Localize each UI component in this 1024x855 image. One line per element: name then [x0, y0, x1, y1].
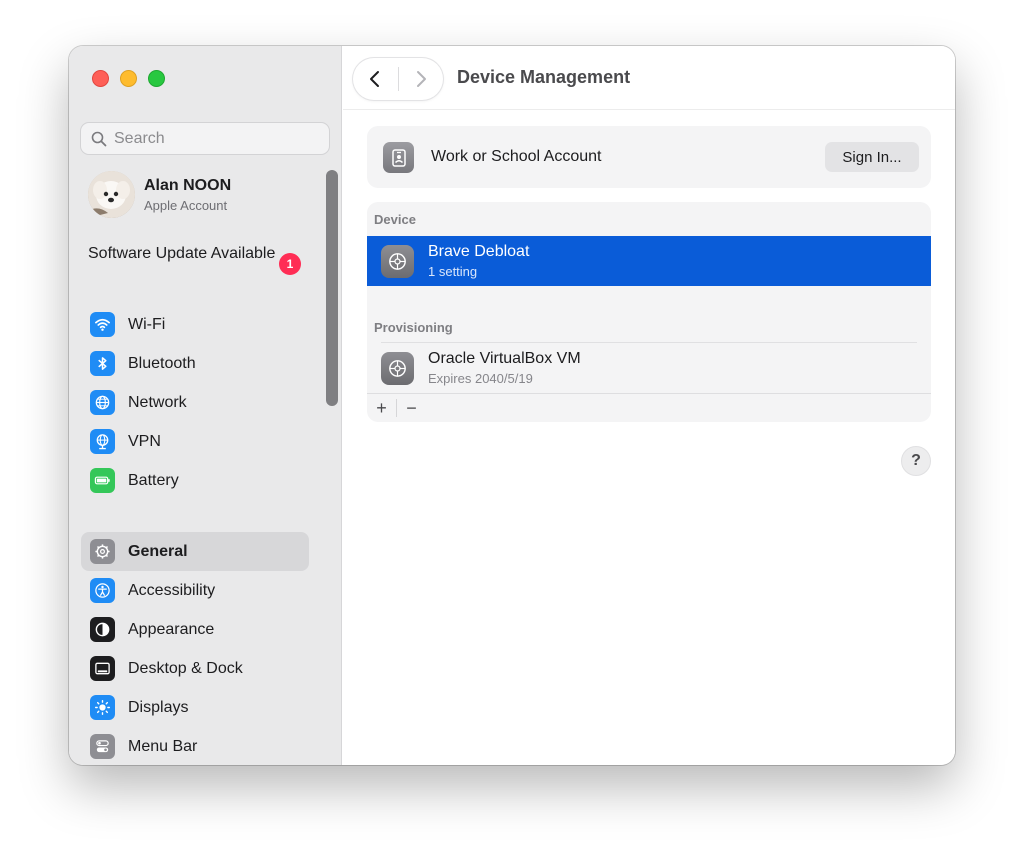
- profiles-list: Device Brave Debloat 1 setting Provision…: [367, 202, 931, 422]
- search-input[interactable]: [114, 129, 314, 148]
- forward-button[interactable]: [398, 58, 443, 100]
- zoom-window-button[interactable]: [148, 70, 165, 87]
- sidebar-item-accessibility[interactable]: Accessibility: [81, 571, 309, 610]
- gear-icon: [381, 352, 414, 385]
- dock-icon: [90, 656, 115, 681]
- sidebar-item-label: Menu Bar: [128, 737, 198, 755]
- list-footer: + −: [367, 393, 931, 422]
- software-update-item[interactable]: Software Update Available: [88, 244, 308, 264]
- search-icon: [91, 131, 107, 146]
- remove-button[interactable]: −: [397, 394, 426, 423]
- sidebar-item-network[interactable]: Network: [81, 383, 309, 422]
- sidebar-item-label: Appearance: [128, 620, 215, 638]
- profile-subtitle: Expires 2040/5/19: [428, 371, 533, 386]
- provisioning-section-header: Provisioning: [374, 320, 453, 335]
- profile-row-oracle-virtualbox[interactable]: Oracle VirtualBox VM Expires 2040/5/19: [367, 343, 931, 393]
- sidebar-item-displays[interactable]: Displays: [81, 688, 309, 727]
- sidebar-item-label: Bluetooth: [128, 354, 196, 372]
- appearance-icon: [90, 617, 115, 642]
- profile-row-brave-debloat[interactable]: Brave Debloat 1 setting: [367, 236, 931, 286]
- back-button[interactable]: [353, 58, 398, 100]
- help-button[interactable]: ?: [901, 446, 931, 476]
- sidebar-item-label: Displays: [128, 698, 189, 716]
- sidebar-item-desktop-dock[interactable]: Desktop & Dock: [81, 649, 309, 688]
- sidebar-item-label: Accessibility: [128, 581, 216, 599]
- work-account-label: Work or School Account: [431, 148, 602, 165]
- search-field[interactable]: [80, 122, 330, 155]
- sidebar-item-appearance[interactable]: Appearance: [81, 610, 309, 649]
- apple-account[interactable]: Alan NOON Apple Account: [88, 171, 231, 218]
- sidebar-item-label: General: [128, 542, 188, 560]
- account-subtitle: Apple Account: [144, 197, 228, 213]
- sign-in-button[interactable]: Sign In...: [825, 142, 919, 172]
- vpn-globe-icon: [90, 429, 115, 454]
- accessibility-icon: [90, 578, 115, 603]
- sidebar-item-label: Network: [128, 393, 187, 411]
- add-button[interactable]: +: [367, 394, 396, 423]
- sidebar: Alan NOON Apple Account Software Update …: [69, 46, 342, 765]
- chevron-left-icon: [370, 71, 380, 87]
- sun-icon: [90, 695, 115, 720]
- sidebar-item-label: VPN: [128, 432, 161, 450]
- gear-icon: [90, 539, 115, 564]
- avatar: [88, 171, 135, 218]
- device-section-header: Device: [374, 212, 416, 227]
- profile-title: Oracle VirtualBox VM: [428, 350, 581, 367]
- sidebar-item-battery[interactable]: Battery: [81, 461, 309, 500]
- sidebar-item-menu-bar[interactable]: Menu Bar: [81, 727, 309, 765]
- chevron-right-icon: [416, 71, 426, 87]
- battery-icon: [90, 468, 115, 493]
- sidebar-item-label: Battery: [128, 471, 179, 489]
- main-pane: Device Management Work or School Account…: [343, 46, 955, 765]
- gear-icon: [381, 245, 414, 278]
- profile-title: Brave Debloat: [428, 243, 530, 260]
- globe-icon: [90, 390, 115, 415]
- wifi-icon: [90, 312, 115, 337]
- minimize-window-button[interactable]: [120, 70, 137, 87]
- sidebar-item-wifi[interactable]: Wi-Fi: [81, 305, 309, 344]
- sidebar-item-general[interactable]: General: [81, 532, 309, 571]
- bluetooth-icon: [90, 351, 115, 376]
- work-account-card: Work or School Account Sign In...: [367, 126, 931, 188]
- toolbar: Device Management: [343, 46, 955, 110]
- navigation-buttons: [353, 58, 443, 100]
- id-badge-icon: [383, 142, 414, 173]
- sidebar-item-bluetooth[interactable]: Bluetooth: [81, 344, 309, 383]
- profile-subtitle: 1 setting: [428, 264, 478, 279]
- page-title: Device Management: [457, 67, 631, 87]
- update-badge: 1: [279, 253, 301, 275]
- sidebar-scrollbar-thumb[interactable]: [326, 170, 338, 406]
- settings-window: Alan NOON Apple Account Software Update …: [69, 46, 955, 765]
- sidebar-item-label: Wi-Fi: [128, 315, 166, 333]
- menubar-icon: [90, 734, 115, 759]
- sidebar-item-label: Desktop & Dock: [128, 659, 243, 677]
- sidebar-item-vpn[interactable]: VPN: [81, 422, 309, 461]
- account-name: Alan NOON: [144, 176, 232, 194]
- close-window-button[interactable]: [92, 70, 109, 87]
